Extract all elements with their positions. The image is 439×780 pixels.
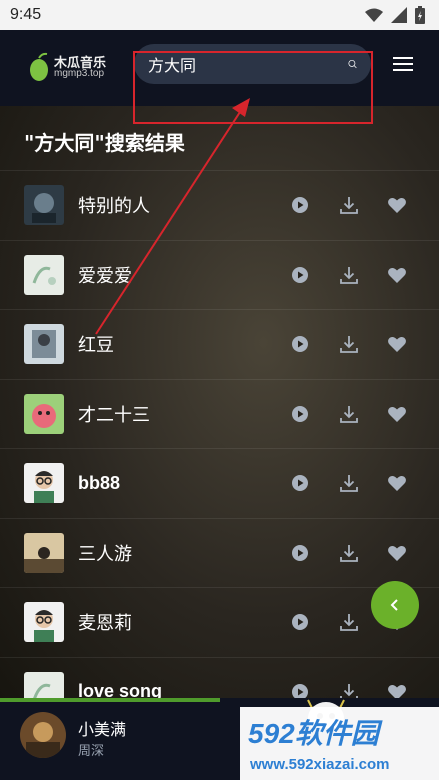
player-artist: 周深 xyxy=(78,744,105,759)
playback-progress-bar[interactable] xyxy=(0,698,220,702)
song-title: love song xyxy=(78,681,163,698)
app-logo[interactable]: 木瓜音乐 mgmp3.top xyxy=(28,50,110,90)
song-row[interactable]: 才二十三 xyxy=(0,378,439,449)
signal-icon xyxy=(391,7,407,23)
download-icon[interactable] xyxy=(338,333,360,355)
download-icon[interactable] xyxy=(338,472,360,494)
hamburger-menu-icon[interactable] xyxy=(393,56,413,72)
album-cover xyxy=(24,532,64,573)
download-icon[interactable] xyxy=(338,542,360,564)
album-cover xyxy=(24,602,64,643)
play-icon[interactable] xyxy=(289,264,311,286)
song-row[interactable]: 三人游 xyxy=(0,517,439,588)
player-song-title: 小美满 xyxy=(78,720,127,739)
download-icon[interactable] xyxy=(338,194,360,216)
status-icons xyxy=(365,6,425,24)
song-title: 红豆 xyxy=(78,335,114,357)
song-row[interactable]: love song xyxy=(0,656,439,698)
collapse-fab-button[interactable] xyxy=(371,581,419,629)
play-icon[interactable] xyxy=(289,472,311,494)
download-icon[interactable] xyxy=(338,264,360,286)
search-results-panel: "方大同"搜索结果 特别的人 爱爱爱 红豆 才二十三 bb88 三人游 麦恩莉 … xyxy=(0,106,439,698)
album-cover xyxy=(24,324,64,365)
heart-icon[interactable] xyxy=(386,264,408,286)
song-title: 才二十三 xyxy=(78,404,150,426)
play-icon[interactable] xyxy=(289,403,311,425)
song-list: 特别的人 爱爱爱 红豆 才二十三 bb88 三人游 麦恩莉 love song xyxy=(0,170,439,698)
song-row[interactable]: 特别的人 xyxy=(0,170,439,240)
play-icon[interactable] xyxy=(289,333,311,355)
play-icon[interactable] xyxy=(289,542,311,564)
song-row[interactable]: 爱爱爱 xyxy=(0,239,439,310)
download-icon[interactable] xyxy=(338,611,360,633)
heart-icon[interactable] xyxy=(386,542,408,564)
album-cover xyxy=(24,254,64,295)
chevron-left-icon xyxy=(390,599,398,611)
song-title: 特别的人 xyxy=(78,196,150,218)
heart-icon[interactable] xyxy=(386,194,408,216)
song-row[interactable]: bb88 xyxy=(0,448,439,518)
heart-icon[interactable] xyxy=(386,333,408,355)
heart-icon[interactable] xyxy=(386,403,408,425)
watermark-brand: 592软件园 xyxy=(248,718,383,749)
heart-icon[interactable] xyxy=(386,472,408,494)
battery-icon xyxy=(415,6,425,24)
annotation-highlight-box xyxy=(133,51,373,124)
song-title: 麦恩莉 xyxy=(78,613,132,635)
watermark-url: www.592xiazai.com xyxy=(249,756,390,773)
song-row[interactable]: 红豆 xyxy=(0,309,439,379)
play-icon[interactable] xyxy=(289,611,311,633)
album-cover xyxy=(24,671,64,698)
album-cover xyxy=(24,393,64,434)
play-icon[interactable] xyxy=(289,194,311,216)
download-icon[interactable] xyxy=(338,403,360,425)
album-cover xyxy=(24,463,64,504)
leaf-logo-icon xyxy=(30,52,48,81)
song-title: 爱爱爱 xyxy=(78,265,132,287)
player-album-cover[interactable] xyxy=(20,712,66,758)
song-title: bb88 xyxy=(78,472,121,493)
wifi-icon xyxy=(365,8,383,22)
site-watermark: 592软件园 www.592xiazai.com xyxy=(240,707,439,780)
heart-icon[interactable] xyxy=(386,681,408,698)
status-bar: 9:45 xyxy=(0,0,439,30)
logo-subtitle: mgmp3.top xyxy=(54,68,105,79)
results-title: "方大同"搜索结果 xyxy=(24,131,185,155)
status-time: 9:45 xyxy=(10,6,42,23)
album-cover xyxy=(24,185,64,226)
song-title: 三人游 xyxy=(78,543,132,565)
